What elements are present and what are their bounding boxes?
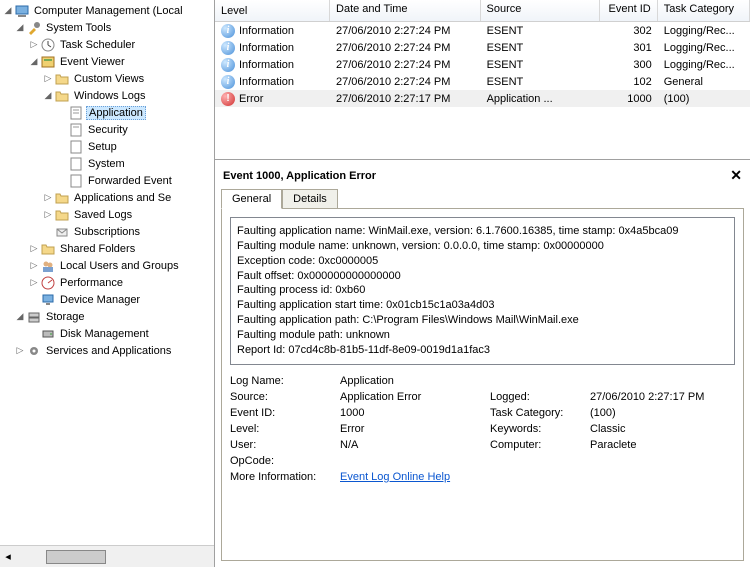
tree-node-windows-logs[interactable]: ◢Windows Logs (0, 87, 214, 104)
prop-logname-value: Application (340, 375, 490, 387)
prop-eventid-label: Event ID: (230, 407, 340, 419)
device-manager-icon (40, 292, 56, 308)
table-row[interactable]: iInformation27/06/2010 2:27:24 PMESENT30… (215, 56, 750, 73)
log-icon (68, 122, 84, 138)
tree-node-device-manager[interactable]: Device Manager (0, 291, 214, 308)
prop-user-label: User: (230, 439, 340, 451)
tools-icon (26, 20, 42, 36)
column-eventid[interactable]: Event ID (600, 0, 658, 21)
event-detail-panel: Event 1000, Application Error ✕ General … (215, 160, 750, 567)
tree-node-forwarded[interactable]: Forwarded Event (0, 172, 214, 189)
properties-grid: Log Name: Application Source: Applicatio… (230, 375, 735, 483)
tree-node-root[interactable]: ◢Computer Management (Local (0, 2, 214, 19)
info-icon: i (221, 41, 235, 55)
prop-computer-label: Computer: (490, 439, 590, 451)
log-icon (68, 139, 84, 155)
tree-horizontal-scrollbar[interactable]: ◂ (0, 545, 214, 567)
column-level[interactable]: Level (215, 0, 330, 21)
column-taskcategory[interactable]: Task Category (658, 0, 750, 21)
prop-user-value: N/A (340, 439, 490, 451)
prop-keywords-value: Classic (590, 423, 735, 435)
computer-icon (14, 3, 30, 19)
log-icon (68, 156, 84, 172)
prop-source-value: Application Error (340, 391, 490, 403)
prop-moreinfo-label: More Information: (230, 471, 340, 483)
table-row[interactable]: iInformation27/06/2010 2:27:24 PMESENT10… (215, 73, 750, 90)
tree-node-application[interactable]: Application (0, 104, 214, 121)
prop-logged-label: Logged: (490, 391, 590, 403)
detail-title: Event 1000, Application Error (223, 170, 376, 182)
tree-node-system[interactable]: System (0, 155, 214, 172)
table-row[interactable]: !Error27/06/2010 2:27:17 PMApplication .… (215, 90, 750, 107)
error-icon: ! (221, 92, 235, 106)
clock-icon (40, 37, 56, 53)
event-grid: Level Date and Time Source Event ID Task… (215, 0, 750, 160)
services-icon (26, 343, 42, 359)
scrollbar-thumb[interactable] (46, 550, 106, 564)
subscriptions-icon (54, 224, 70, 240)
prop-level-label: Level: (230, 423, 340, 435)
tree-node-custom-views[interactable]: ▷Custom Views (0, 70, 214, 87)
prop-level-value: Error (340, 423, 490, 435)
navigation-tree-panel: ◢Computer Management (Local ◢System Tool… (0, 0, 215, 567)
tree-node-apps-services[interactable]: ▷Applications and Se (0, 189, 214, 206)
tree-node-local-users[interactable]: ▷Local Users and Groups (0, 257, 214, 274)
tab-details[interactable]: Details (282, 189, 338, 209)
scroll-left-icon[interactable]: ◂ (0, 549, 16, 565)
prop-computer-value: Paraclete (590, 439, 735, 451)
tree-node-system-tools[interactable]: ◢System Tools (0, 19, 214, 36)
tree-node-setup[interactable]: Setup (0, 138, 214, 155)
log-icon (68, 105, 84, 121)
more-info-link[interactable]: Event Log Online Help (340, 471, 735, 483)
shared-folder-icon (40, 241, 56, 257)
tree-node-services-apps[interactable]: ▷Services and Applications (0, 342, 214, 359)
tree-node-event-viewer[interactable]: ◢Event Viewer (0, 53, 214, 70)
tree-node-performance[interactable]: ▷Performance (0, 274, 214, 291)
tree-node-saved-logs[interactable]: ▷Saved Logs (0, 206, 214, 223)
prop-keywords-label: Keywords: (490, 423, 590, 435)
close-button[interactable]: ✕ (730, 167, 742, 184)
folder-icon (54, 190, 70, 206)
log-icon (68, 173, 84, 189)
info-icon: i (221, 75, 235, 89)
tree-node-storage[interactable]: ◢Storage (0, 308, 214, 325)
performance-icon (40, 275, 56, 291)
column-source[interactable]: Source (481, 0, 601, 21)
prop-opcode-label: OpCode: (230, 455, 340, 467)
disk-icon (40, 326, 56, 342)
tree-node-security[interactable]: Security (0, 121, 214, 138)
tree-node-subscriptions[interactable]: Subscriptions (0, 223, 214, 240)
tab-general[interactable]: General (221, 189, 282, 209)
folder-icon (54, 71, 70, 87)
event-viewer-icon (40, 54, 56, 70)
info-icon: i (221, 24, 235, 38)
folder-icon (54, 207, 70, 223)
navigation-tree[interactable]: ◢Computer Management (Local ◢System Tool… (0, 0, 214, 545)
grid-header[interactable]: Level Date and Time Source Event ID Task… (215, 0, 750, 22)
tree-node-task-scheduler[interactable]: ▷Task Scheduler (0, 36, 214, 53)
tree-node-disk-management[interactable]: Disk Management (0, 325, 214, 342)
prop-eventid-value: 1000 (340, 407, 490, 419)
prop-taskcat-label: Task Category: (490, 407, 590, 419)
tree-node-shared-folders[interactable]: ▷Shared Folders (0, 240, 214, 257)
table-row[interactable]: iInformation27/06/2010 2:27:24 PMESENT30… (215, 22, 750, 39)
prop-taskcat-value: (100) (590, 407, 735, 419)
prop-logged-value: 27/06/2010 2:27:17 PM (590, 391, 735, 403)
folder-icon (54, 88, 70, 104)
storage-icon (26, 309, 42, 325)
users-icon (40, 258, 56, 274)
prop-source-label: Source: (230, 391, 340, 403)
info-icon: i (221, 58, 235, 72)
column-date[interactable]: Date and Time (330, 0, 481, 21)
table-row[interactable]: iInformation27/06/2010 2:27:24 PMESENT30… (215, 39, 750, 56)
description-text: Faulting application name: WinMail.exe, … (230, 217, 735, 365)
prop-logname-label: Log Name: (230, 375, 340, 387)
